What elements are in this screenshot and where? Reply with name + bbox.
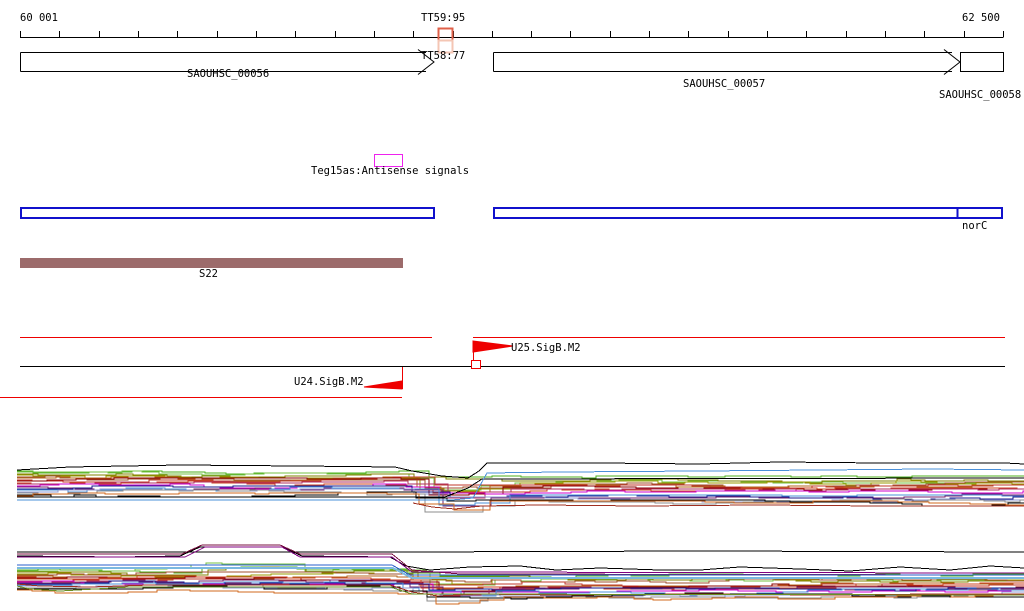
srna-s22-bar[interactable] [20,258,403,268]
ruler[interactable] [20,31,1004,38]
srna-label-s22[interactable]: S22 [199,269,218,280]
gene-label-saouhsc-00058[interactable]: SAOUHSC_00058 [939,90,1021,101]
genome-tracks-canvas [0,27,1024,605]
coverage-panel-1[interactable] [16,461,1024,513]
tss-flag-U25[interactable] [471,340,514,369]
ruler-start-coordinate: 60 001 [20,12,58,24]
coverage-panel-2-maroon-top [17,544,1024,576]
tss-label-u25[interactable]: U25.SigB.M2 [511,343,581,354]
tss-flag-U24[interactable] [363,367,403,390]
ruler-end-coordinate: 62 500 [962,12,1000,24]
gene-arrow-SAOUHSC_00058[interactable] [960,52,1004,72]
coverage-panel-1-bottom-darkred [412,502,1024,510]
operon-box-norC[interactable] [493,207,1003,219]
terminator-label-tt58[interactable]: TT58:77 [421,51,465,62]
antisense-signal-label[interactable]: Teg15as:Antisense signals [311,166,469,177]
gene-label-saouhsc-00056[interactable]: SAOUHSC_00056 [187,69,269,80]
genome-browser-view: 60 001 62 500 TT59:95 TT58:77 SAOUHSC_00… [0,0,1024,611]
tss-label-u24[interactable]: U24.SigB.M2 [294,377,364,388]
gene-label-saouhsc-00057[interactable]: SAOUHSC_00057 [683,79,765,90]
tt59-marker-box[interactable] [437,27,454,42]
operon-label-norc[interactable]: norC [962,221,987,232]
coverage-panel-2-black-straight [17,550,1024,553]
gene-arrow-SAOUHSC_00057[interactable] [493,49,961,75]
coverage-panel-2[interactable] [16,544,1024,605]
terminator-label-tt59[interactable]: TT59:95 [421,13,465,24]
transcript-track[interactable] [0,337,1005,398]
operon-box-left[interactable] [20,207,435,219]
